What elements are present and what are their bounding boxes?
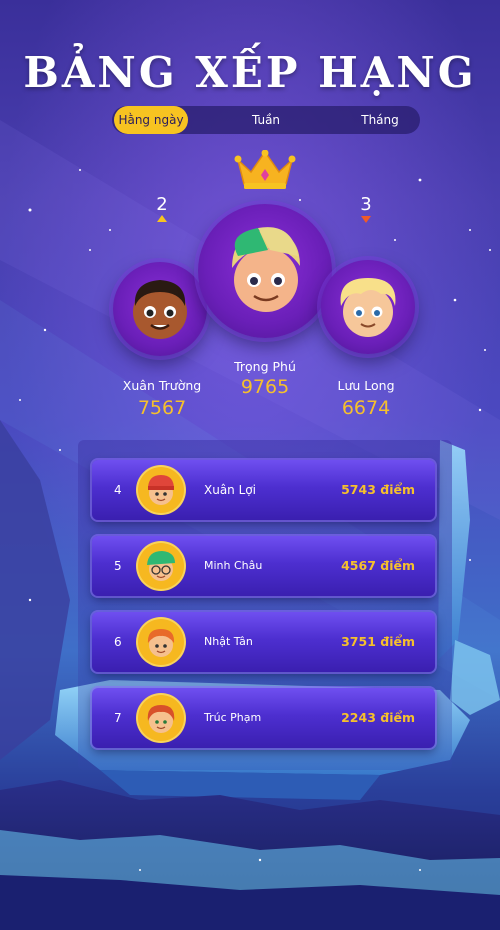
row-name: Nhật Tân [204,635,253,648]
second-score: 7567 [137,397,187,419]
blonde-boy-face-icon [340,278,396,337]
period-tabs: Hằng ngày Tuần Tháng [112,106,420,134]
first-name: Trọng Phú [234,359,296,374]
tab-daily[interactable]: Hằng ngày [114,106,188,134]
row-name: Minh Châu [204,559,263,572]
ranking-row[interactable]: 7 Trúc Phạm 2243 điểm [92,688,435,748]
boy-face-icon [133,280,187,339]
ranking-row[interactable]: 6 Nhật Tân 3751 điểm [92,612,435,672]
row-score: 2243 điểm [341,710,415,725]
trend-down-icon [361,216,371,223]
row-rank: 4 [114,483,122,497]
row-name: Trúc Phạm [204,711,262,724]
row-rank: 7 [114,711,122,725]
avatar [138,467,184,513]
crown-icon [234,150,296,189]
row-rank: 5 [114,559,122,573]
avatar-second[interactable] [113,262,207,356]
third-name: Lưu Long [337,378,395,393]
leaderboard-screen: BẢNG XẾP HẠNG Hằng ngày Tuần Tháng 2 3 T… [0,0,500,930]
row-score: 4567 điểm [341,558,415,573]
second-name: Xuân Trường [122,378,202,393]
row-score: 3751 điểm [341,634,415,649]
row-score: 5743 điểm [341,482,415,497]
avatar-third[interactable] [321,260,415,354]
avatar-first[interactable] [198,204,332,338]
row-name: Xuân Lợi [204,483,256,497]
row-rank: 6 [114,635,122,649]
boy-cap-face-icon [232,227,300,312]
tab-monthly[interactable]: Tháng [340,106,420,134]
avatar [138,543,184,589]
third-score: 6674 [341,397,391,419]
rank-2-label: 2 [156,194,168,215]
boy-red-hair-face-icon [147,629,175,657]
avatar [138,695,184,741]
girl-beanie-face-icon [148,475,174,505]
avatar [138,619,184,665]
tab-weekly[interactable]: Tuần [226,106,306,134]
page-title: BẢNG XẾP HẠNG [23,48,477,97]
ranking-row[interactable]: 4 Xuân Lợi 5743 điểm [92,460,435,520]
glasses-cap-face-icon [147,551,175,581]
rank-3-label: 3 [360,194,372,215]
ranking-row[interactable]: 5 Minh Châu 4567 điểm [92,536,435,596]
trend-up-icon [157,215,167,222]
girl-face-icon [147,705,175,733]
